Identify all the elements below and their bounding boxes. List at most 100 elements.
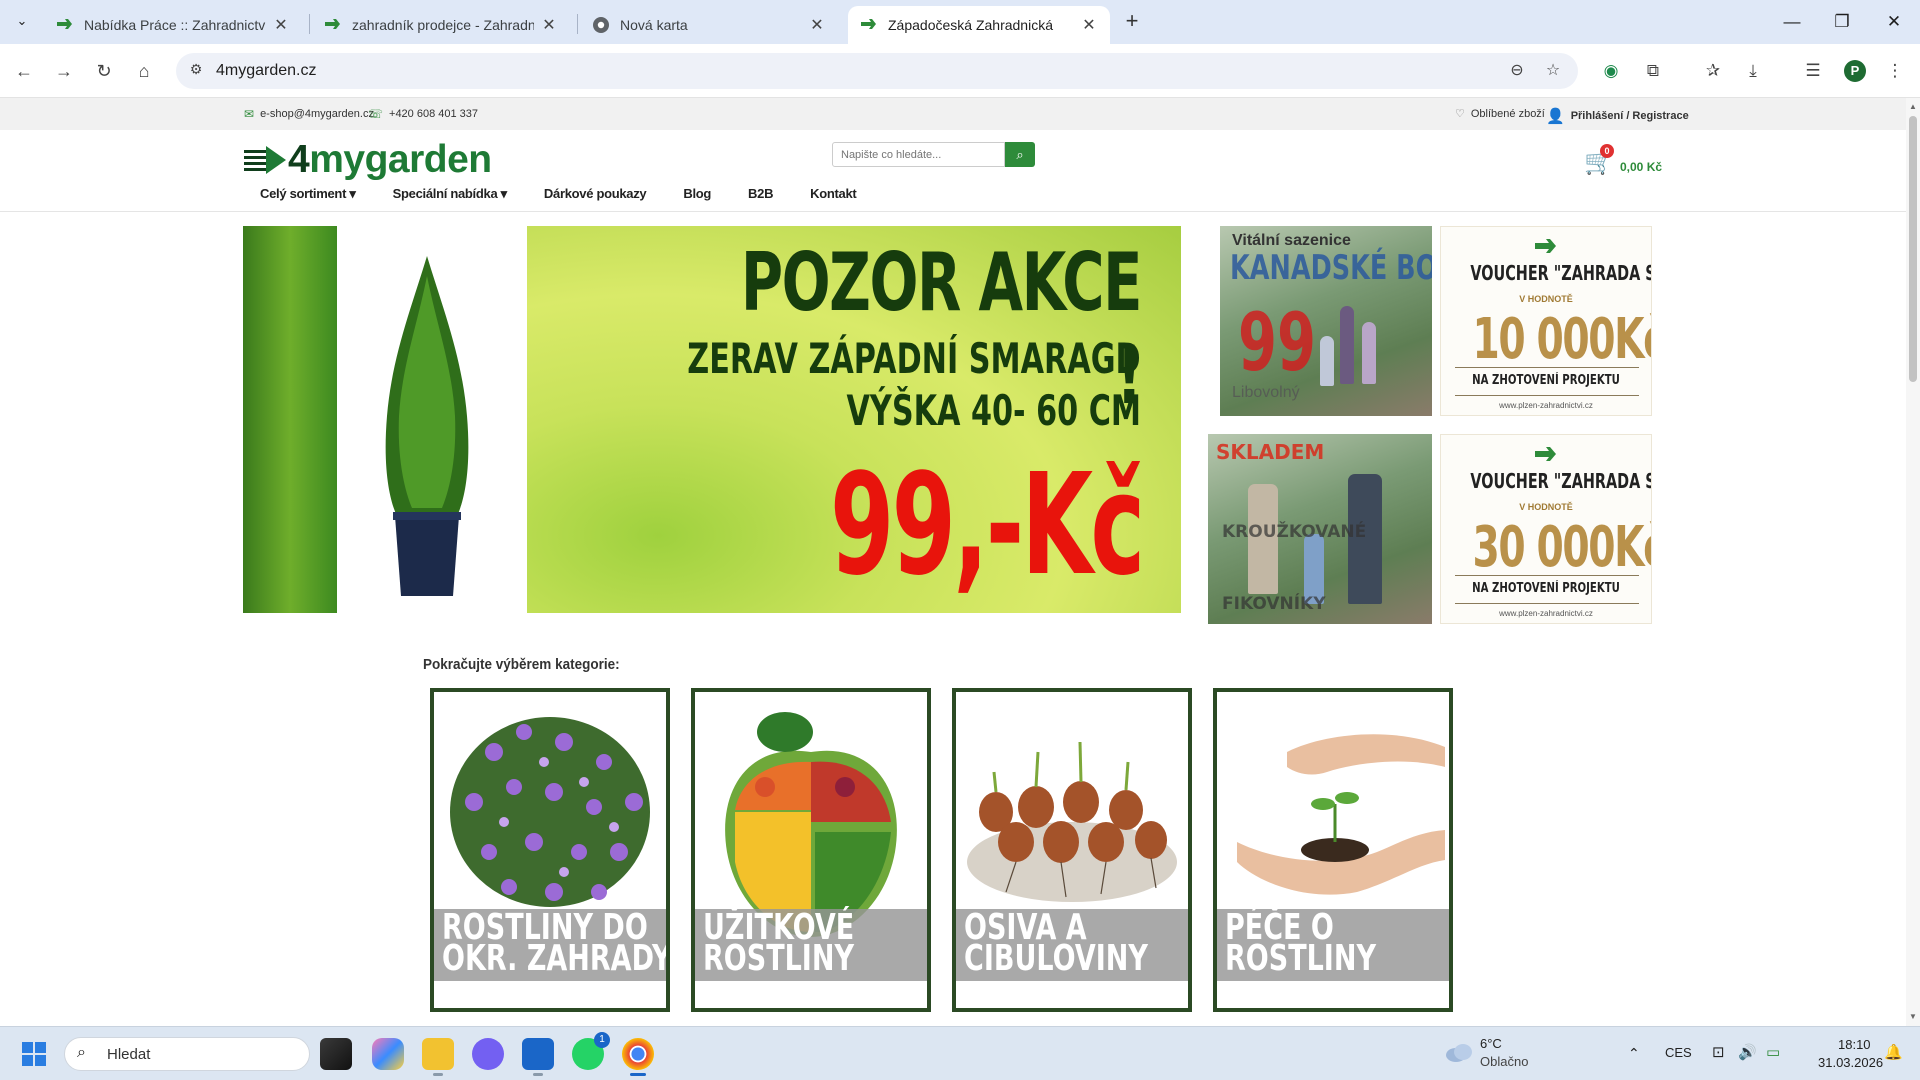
weather-desc[interactable]: Oblačno: [1480, 1054, 1528, 1069]
battery-icon[interactable]: ▭: [1766, 1043, 1780, 1061]
volume-icon[interactable]: 🔊: [1738, 1043, 1757, 1061]
language-indicator[interactable]: CES: [1665, 1045, 1692, 1060]
taskbar-search-placeholder: Hledat: [107, 1046, 151, 1063]
close-window-icon[interactable]: ✕: [1880, 8, 1908, 36]
tab-close-icon[interactable]: ✕: [540, 15, 558, 35]
voucher-10000[interactable]: VOUCHER "ZAHRADA SNŮ" V HODNOTĚ 10 000Kč…: [1440, 226, 1652, 416]
bookmark-star-icon[interactable]: ☆: [1542, 60, 1564, 82]
nav-specialni-nabidka[interactable]: Speciální nabídka ▾: [393, 186, 508, 202]
windows-start-icon[interactable]: [22, 1042, 46, 1066]
voucher-note: NA ZHOTOVENÍ PROJEKTU: [1472, 373, 1620, 388]
nav-blog[interactable]: Blog: [683, 186, 711, 202]
outlook-icon[interactable]: [522, 1038, 554, 1076]
weather-temp[interactable]: 6°C: [1480, 1036, 1502, 1051]
download-icon[interactable]: ⤓: [1740, 58, 1766, 84]
tab-close-icon[interactable]: ✕: [272, 15, 290, 35]
hero-promo-panel: POZOR AKCE ! ZERAV ZÁPADNÍ SMARAGD VÝŠKA…: [527, 226, 1181, 613]
url-text[interactable]: 4mygarden.cz: [216, 62, 317, 80]
home-icon[interactable]: ⌂: [130, 57, 158, 85]
voucher-30000[interactable]: VOUCHER "ZAHRADA SNŮ" V HODNOTĚ 30 000Kč…: [1440, 434, 1652, 624]
category-useful-plants[interactable]: UŽITKOVÉ ROSTLINY: [691, 688, 931, 1012]
scroll-thumb[interactable]: [1909, 116, 1917, 382]
tab-search-button[interactable]: ⌄: [10, 9, 34, 33]
category-plant-care[interactable]: PÉČE O ROSTLINY: [1213, 688, 1453, 1012]
tab-close-icon[interactable]: ✕: [808, 15, 826, 35]
promo-price: 99: [1238, 296, 1316, 389]
whatsapp-badge: 1: [594, 1032, 610, 1048]
address-bar[interactable]: ⚙ 4mygarden.cz ⊖ ☆: [176, 53, 1578, 89]
tab-zapadoceska-zahradnicka[interactable]: Západočeská Zahradnická ✕: [848, 6, 1110, 44]
promo-blueberries[interactable]: Vitální sazenice KANADSKÉ BORŮVKY 99 Lib…: [1220, 226, 1432, 416]
nav-darkove-poukazy[interactable]: Dárkové poukazy: [544, 186, 647, 202]
search-icon: ⌕: [77, 1044, 86, 1061]
hero-product-height: VÝŠKA 40- 60 CM: [846, 386, 1141, 435]
grammarly-extension-icon[interactable]: ◉: [1598, 58, 1624, 84]
favorites-link[interactable]: ♡ Oblíbené zboží: [1455, 107, 1545, 121]
menu-kebab-icon[interactable]: ⋮: [1882, 58, 1908, 84]
profile-avatar[interactable]: P: [1844, 60, 1866, 82]
back-icon[interactable]: ←: [10, 57, 38, 85]
page-scrollbar[interactable]: ▲ ▼: [1906, 98, 1920, 1026]
voucher-divider: [1455, 575, 1639, 576]
login-text: Přihlášení / Registrace: [1570, 110, 1689, 122]
tab-separator: [577, 14, 578, 34]
site-search-input[interactable]: [832, 142, 1005, 167]
chrome-icon[interactable]: [622, 1038, 654, 1076]
task-view-icon[interactable]: [320, 1038, 352, 1070]
photo-figure: [1320, 336, 1334, 386]
categories-heading: Pokračujte výběrem kategorie:: [423, 656, 620, 673]
tab-nova-karta[interactable]: Nová karta ✕: [580, 6, 838, 44]
cloud-icon[interactable]: [1444, 1041, 1474, 1063]
login-link[interactable]: 👤 Přihlášení / Registrace: [1546, 107, 1689, 125]
voucher-logo-icon: [1535, 447, 1556, 461]
nav-kontakt[interactable]: Kontakt: [810, 186, 857, 202]
viber-icon[interactable]: [472, 1038, 504, 1070]
tab-close-icon[interactable]: ✕: [1080, 15, 1098, 35]
category-ornamental-plants[interactable]: ROSTLINY DO OKR. ZAHRADY: [430, 688, 670, 1012]
network-icon[interactable]: ⊡: [1712, 1043, 1725, 1061]
phone-contact[interactable]: ☏ +420 608 401 337: [368, 107, 478, 121]
nav-cely-sortiment[interactable]: Celý sortiment ▾: [260, 186, 356, 202]
copilot-icon[interactable]: [372, 1038, 404, 1070]
favorites-icon[interactable]: ✰: [1700, 58, 1726, 84]
clock-time[interactable]: 18:10: [1838, 1037, 1871, 1052]
site-info-icon[interactable]: ⚙: [186, 61, 206, 81]
phone-text: +420 608 401 337: [389, 108, 479, 120]
phone-icon: ☏: [368, 107, 384, 121]
chevron-up-icon[interactable]: ⌃: [1628, 1045, 1640, 1062]
clock-date[interactable]: 31.03.2026: [1818, 1055, 1883, 1070]
site-logo[interactable]: 4mygarden: [244, 138, 492, 182]
email-contact[interactable]: ✉ e-shop@4mygarden.cz: [244, 107, 374, 121]
new-tab-button[interactable]: +: [1120, 10, 1144, 34]
voucher-divider: [1455, 603, 1639, 604]
forward-icon[interactable]: →: [50, 57, 78, 85]
restore-icon[interactable]: ❐: [1828, 8, 1856, 36]
tab-zahradnik-prodejce[interactable]: zahradník prodejce - Zahradnictví ✕: [312, 6, 570, 44]
category-label: OSIVA A CIBULOVINY: [964, 907, 1148, 979]
cart[interactable]: 🛒 0 0,00 Kč: [1584, 144, 1664, 178]
promo-stock-label: SKLADEM: [1216, 440, 1325, 464]
garden-favicon-icon: [861, 19, 876, 29]
category-label: PÉČE O ROSTLINY: [1225, 907, 1377, 979]
promo-figs[interactable]: SKLADEM KROUŽKOVANÉ FIKOVNÍKY: [1208, 434, 1432, 624]
minimize-icon[interactable]: —: [1778, 8, 1806, 36]
photo-figure: [1340, 306, 1354, 384]
logo-text: 4mygarden: [288, 138, 492, 181]
hero-banner[interactable]: POZOR AKCE ! ZERAV ZÁPADNÍ SMARAGD VÝŠKA…: [243, 226, 1181, 613]
taskbar-search[interactable]: ⌕ Hledat: [64, 1037, 310, 1071]
nav-b2b[interactable]: B2B: [748, 186, 773, 202]
tab-zahradnictvi-nabidka[interactable]: Nabídka Práce :: Zahradnictvi-plzen.cz ✕: [44, 6, 302, 44]
scroll-down-icon[interactable]: ▼: [1908, 1012, 1918, 1021]
notification-icon[interactable]: 🔔: [1884, 1043, 1903, 1061]
category-seeds-bulbs[interactable]: OSIVA A CIBULOVINY: [952, 688, 1192, 1012]
reading-list-icon[interactable]: ☰: [1800, 58, 1826, 84]
scroll-up-icon[interactable]: ▲: [1908, 102, 1918, 111]
zoom-icon[interactable]: ⊖: [1506, 60, 1528, 82]
whatsapp-icon[interactable]: 1: [572, 1032, 610, 1070]
reload-icon[interactable]: ↻: [90, 57, 118, 85]
extensions-icon[interactable]: ⧉: [1640, 58, 1666, 84]
tab-separator: [309, 14, 310, 34]
tab-label: Nová karta: [620, 17, 688, 33]
file-explorer-icon[interactable]: [422, 1038, 454, 1076]
search-icon[interactable]: ⌕: [1005, 142, 1035, 167]
